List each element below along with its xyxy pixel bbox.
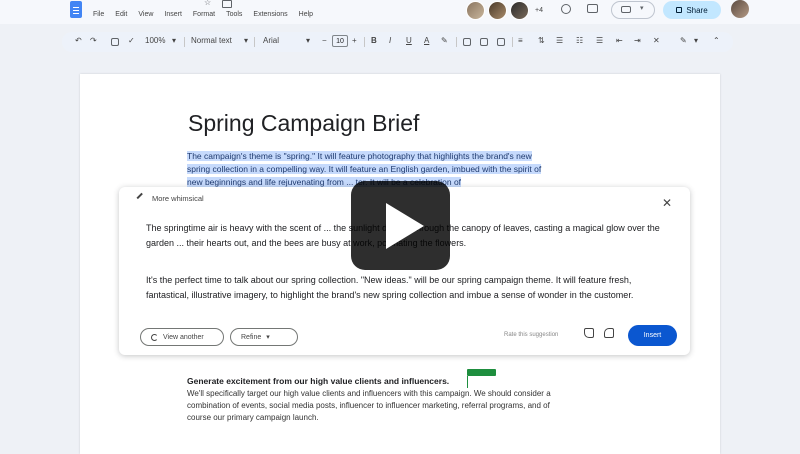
menu-item-extensions[interactable]: Extensions <box>253 11 287 18</box>
document-title[interactable]: Spring Campaign Brief <box>188 110 419 137</box>
menu-item-file[interactable]: File <box>93 11 104 18</box>
refine-label: Refine <box>241 333 262 341</box>
avatar[interactable] <box>510 1 529 20</box>
chevron-up-icon[interactable]: ⌃ <box>713 36 720 45</box>
prompt-text[interactable]: More whimsical <box>152 194 204 203</box>
toolbar-divider <box>184 37 185 47</box>
menu-bar: File Edit View Insert Format Tools Exten… <box>93 11 313 18</box>
thumb-up-icon[interactable] <box>584 328 594 338</box>
numbered-list-icon[interactable]: ☰ <box>596 36 603 45</box>
refresh-icon <box>151 333 158 341</box>
user-avatar[interactable] <box>731 0 749 18</box>
feedback-label: Rate this suggestion <box>504 332 559 338</box>
collaborator-cursor <box>467 376 468 388</box>
chevron-down-icon: ▾ <box>266 334 270 341</box>
menu-item-tools[interactable]: Tools <box>226 11 242 18</box>
chevron-down-icon: ▾ <box>306 36 311 45</box>
toolbar-divider <box>254 37 255 47</box>
body-line: We'll specifically target our high value… <box>187 389 551 398</box>
bold-button[interactable]: B <box>371 36 377 45</box>
chevron-down-icon: ▾ <box>244 36 249 45</box>
menu-item-insert[interactable]: Insert <box>164 11 182 18</box>
play-button[interactable] <box>351 181 450 270</box>
increase-size-icon[interactable]: + <box>352 36 357 45</box>
body-line: course our primary campaign launch. <box>187 413 319 422</box>
thumb-down-icon[interactable] <box>604 328 614 338</box>
star-icon[interactable]: ☆ <box>204 0 211 7</box>
lock-icon <box>676 7 683 13</box>
undo-icon[interactable]: ↶ <box>75 36 82 45</box>
bullet-list-icon[interactable]: ☷ <box>576 36 583 45</box>
comment-icon[interactable] <box>587 4 598 13</box>
italic-button[interactable]: I <box>389 36 391 45</box>
redo-icon[interactable]: ↷ <box>90 36 97 45</box>
docs-logo-icon[interactable] <box>70 1 82 18</box>
chevron-down-icon: ▾ <box>640 5 644 12</box>
selected-line: spring collection in a compelling way. I… <box>187 164 542 174</box>
clear-formatting-icon[interactable]: ✕ <box>653 36 660 45</box>
outdent-icon[interactable]: ⇥ <box>634 36 641 45</box>
chevron-down-icon: ▾ <box>172 36 177 45</box>
text-color-button[interactable]: A <box>424 36 429 45</box>
collaborator-cursor-tag <box>467 369 496 376</box>
print-icon[interactable] <box>111 38 119 46</box>
style-select[interactable]: Normal text <box>191 36 232 45</box>
menu-item-format[interactable]: Format <box>193 11 215 18</box>
share-label: Share <box>686 5 708 15</box>
decrease-size-icon[interactable]: − <box>322 36 327 45</box>
font-size-input[interactable]: 10 <box>332 35 348 47</box>
editing-mode-icon[interactable]: ✎ <box>680 36 687 45</box>
toolbar-divider <box>512 37 513 47</box>
toolbar-divider <box>456 37 457 47</box>
line-spacing-icon[interactable]: ⇅ <box>538 36 545 45</box>
play-icon <box>386 203 424 249</box>
suggestion-paragraph: It's the perfect time to talk about our … <box>146 275 634 300</box>
insert-label: Insert <box>643 332 662 339</box>
collaborator-count[interactable]: +4 <box>535 7 543 14</box>
history-icon[interactable] <box>561 4 571 14</box>
section-heading[interactable]: Generate excitement from our high value … <box>187 376 449 386</box>
align-icon[interactable]: ≡ <box>518 36 523 45</box>
avatar[interactable] <box>466 1 485 20</box>
body-line: combination of events, social media post… <box>187 401 550 410</box>
view-another-button[interactable]: View another <box>140 328 224 346</box>
close-icon[interactable]: ✕ <box>662 197 672 209</box>
font-select[interactable]: Arial <box>263 36 279 45</box>
checklist-icon[interactable]: ☰ <box>556 36 563 45</box>
underline-button[interactable]: U <box>406 36 412 45</box>
toolbar-divider <box>364 37 365 47</box>
highlight-icon[interactable]: ✎ <box>441 36 448 45</box>
image-icon[interactable] <box>497 38 505 46</box>
add-comment-icon[interactable] <box>480 38 488 46</box>
collaborator-avatars <box>466 1 532 20</box>
view-another-label: View another <box>163 333 204 341</box>
share-button[interactable]: Share <box>663 1 721 19</box>
indent-icon[interactable]: ⇤ <box>616 36 623 45</box>
zoom-select[interactable]: 100% <box>145 36 165 45</box>
menu-item-edit[interactable]: Edit <box>115 11 127 18</box>
selected-line: The campaign's theme is "spring." It wil… <box>187 151 532 161</box>
avatar[interactable] <box>488 1 507 20</box>
menu-item-help[interactable]: Help <box>299 11 313 18</box>
meet-icon <box>621 6 631 13</box>
menu-item-view[interactable]: View <box>138 11 153 18</box>
spellcheck-icon[interactable]: ✓ <box>128 36 135 45</box>
body-text[interactable]: We'll specifically target our high value… <box>187 388 607 424</box>
chevron-down-icon: ▾ <box>694 36 699 45</box>
refine-button[interactable]: Refine ▾ <box>230 328 298 346</box>
folder-icon[interactable] <box>222 0 232 8</box>
meet-button[interactable] <box>611 1 655 19</box>
link-icon[interactable] <box>463 38 471 46</box>
insert-button[interactable]: Insert <box>628 325 677 346</box>
